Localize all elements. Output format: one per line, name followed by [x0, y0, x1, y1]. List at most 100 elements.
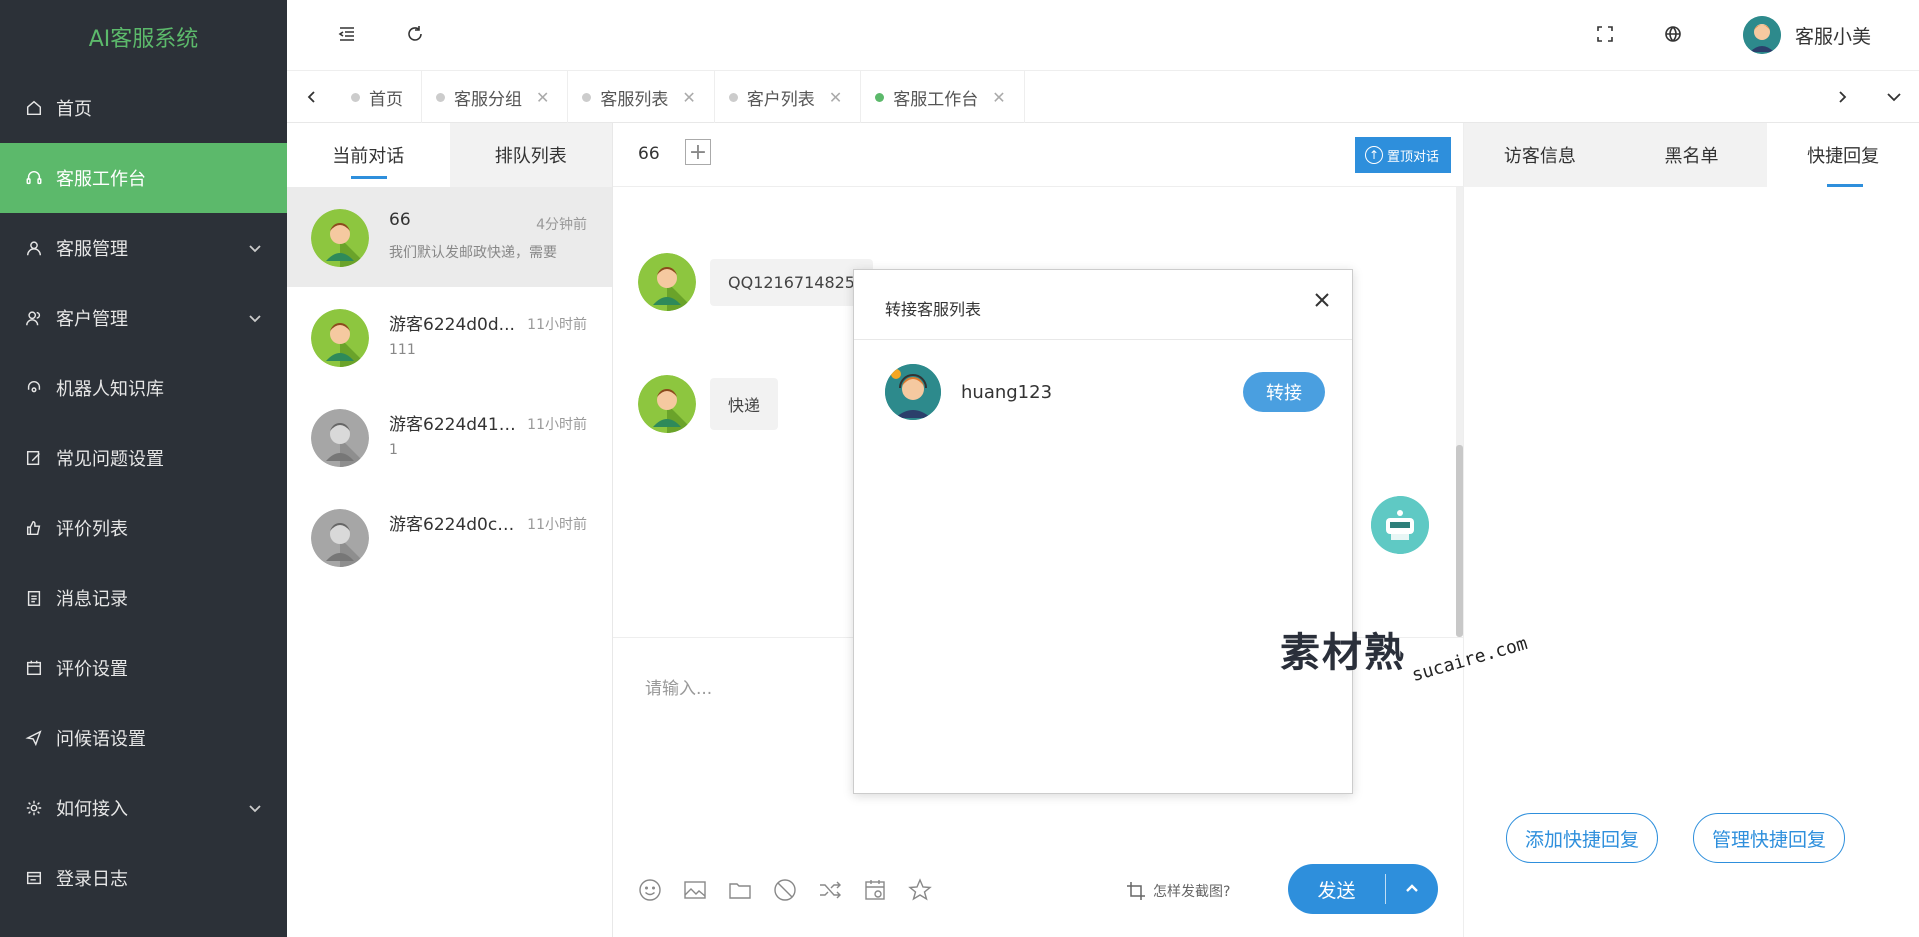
sidebar-item-label: 客服管理 [56, 239, 128, 260]
close-icon[interactable]: ✕ [992, 88, 1005, 107]
visitor-avatar [311, 509, 369, 567]
sidebar-item-robot-knowledge[interactable]: 机器人知识库 [0, 353, 287, 423]
tab-quick-replies[interactable]: 快捷回复 [1767, 123, 1919, 187]
tab-agent-list[interactable]: 客服列表 ✕ [568, 71, 715, 123]
tab-agent-groups[interactable]: 客服分组 ✕ [422, 71, 569, 123]
image-icon[interactable] [682, 875, 727, 905]
sidebar-item-faq-settings[interactable]: 常见问题设置 [0, 423, 287, 493]
tab-scroll-left-icon[interactable] [287, 71, 337, 123]
screenshot-help-link[interactable]: 怎样发截图? [1125, 880, 1230, 902]
robot-avatar [1371, 496, 1429, 554]
sidebar-item-login-log[interactable]: 登录日志 [0, 843, 287, 913]
sidebar-item-label: 首页 [56, 99, 92, 120]
tab-current-conversations[interactable]: 当前对话 [287, 123, 450, 187]
sidebar-item-greeting-settings[interactable]: 问候语设置 [0, 703, 287, 773]
visitor-avatar [311, 309, 369, 367]
sidebar-item-customer-management[interactable]: 客户管理 [0, 283, 287, 353]
transfer-agent-dialog: 转接客服列表 huang123 转接 [853, 269, 1353, 794]
sidebar-item-label: 客服工作台 [56, 169, 146, 190]
conversation-item[interactable]: 游客6224d0c1... 11小时前 [287, 487, 612, 587]
block-icon[interactable] [772, 875, 817, 905]
send-options-chevron-up-icon[interactable] [1386, 881, 1438, 897]
right-panel: 访客信息 黑名单 快捷回复 添加快捷回复 管理快捷回复 [1463, 123, 1919, 937]
globe-icon[interactable] [1661, 22, 1685, 46]
watermark: 素材熟 sucaire.com [1280, 620, 1530, 686]
close-icon[interactable]: ✕ [829, 88, 842, 107]
tab-label: 客服分组 [454, 89, 522, 110]
tab-customer-list[interactable]: 客户列表 ✕ [715, 71, 862, 123]
user-menu[interactable]: 客服小美 [1742, 14, 1871, 56]
user-avatar [1742, 16, 1781, 54]
tab-label: 首页 [369, 89, 403, 110]
conversation-name: 游客6224d41f... [389, 415, 519, 435]
manage-quick-reply-button[interactable]: 管理快捷回复 [1693, 813, 1845, 863]
tab-label: 客户列表 [746, 89, 815, 110]
screenshot-help-label: 怎样发截图? [1153, 884, 1231, 900]
menu-fold-icon[interactable] [335, 22, 359, 46]
tab-menu-chevron-down-icon[interactable] [1869, 71, 1919, 123]
conversation-name: 游客6224d0d... [389, 315, 515, 335]
schedule-icon[interactable] [862, 875, 907, 905]
transfer-icon[interactable] [817, 875, 862, 905]
chevron-down-icon [247, 310, 263, 326]
agent-name: huang123 [961, 381, 1053, 403]
folder-icon[interactable] [727, 875, 772, 905]
sidebar-item-label: 评价设置 [56, 659, 128, 680]
send-button[interactable]: 发送 [1288, 876, 1385, 903]
add-quick-reply-button[interactable]: 添加快捷回复 [1506, 813, 1658, 863]
agent-avatar [885, 364, 941, 420]
sidebar-item-label: 登录日志 [56, 869, 128, 890]
visitor-avatar [311, 409, 369, 467]
sidebar-item-label: 问候语设置 [56, 729, 146, 750]
conversation-name: 66 [389, 210, 411, 230]
sidebar-item-how-to-integrate[interactable]: 如何接入 [0, 773, 287, 843]
sidebar-item-rating-list[interactable]: 评价列表 [0, 493, 287, 563]
tab-scroll-right-icon[interactable] [1817, 71, 1867, 123]
refresh-icon[interactable] [403, 22, 427, 46]
user-icon [24, 238, 44, 258]
sidebar-item-label: 常见问题设置 [56, 449, 164, 470]
conversation-item[interactable]: 游客6224d0d... 11小时前 111 [287, 287, 612, 387]
chat-scrollbar-thumb[interactable] [1456, 445, 1463, 637]
conversation-name: 游客6224d0c1... [389, 515, 519, 535]
home-icon [24, 98, 44, 118]
user-name: 客服小美 [1794, 25, 1871, 48]
send-icon [24, 728, 44, 748]
sidebar-item-rating-settings[interactable]: 评价设置 [0, 633, 287, 703]
tab-queue-list[interactable]: 排队列表 [449, 123, 612, 187]
emoji-icon[interactable] [637, 875, 682, 905]
pin-conversation-button[interactable]: ↑ 置顶对话 [1354, 137, 1451, 173]
app-title: AI客服系统 [88, 26, 199, 52]
visitor-avatar [311, 209, 369, 267]
watermark-logo-text: 素材熟 [1280, 630, 1406, 676]
add-icon[interactable]: + [685, 139, 711, 165]
tab-visitor-info[interactable]: 访客信息 [1464, 123, 1616, 187]
tab-home[interactable]: 首页 [337, 71, 422, 123]
sidebar-item-message-records[interactable]: 消息记录 [0, 563, 287, 633]
close-icon[interactable]: ✕ [536, 88, 549, 107]
sidebar-item-home[interactable]: 首页 [0, 73, 287, 143]
close-icon[interactable]: ✕ [682, 88, 695, 107]
conversation-time: 4分钟前 [536, 217, 587, 233]
sidebar-item-label: 如何接入 [56, 799, 128, 820]
fullscreen-icon[interactable] [1593, 22, 1617, 46]
conversation-item[interactable]: 66 4分钟前 我们默认发邮政快递，需要 [287, 187, 612, 287]
tab-blacklist[interactable]: 黑名单 [1616, 123, 1768, 187]
conversation-panel: 当前对话 排队列表 66 4分钟前 我们默认发邮政快递，需要 游客6224d0d… [287, 123, 613, 937]
close-icon[interactable] [1312, 290, 1334, 312]
thumb-icon [24, 518, 44, 538]
transfer-button[interactable]: 转接 [1243, 372, 1325, 412]
tab-status-dot [582, 93, 592, 102]
conversation-time: 11小时前 [527, 317, 587, 333]
log-icon [24, 868, 44, 888]
conversation-item[interactable]: 游客6224d41f... 11小时前 1 [287, 387, 612, 487]
star-icon[interactable] [907, 875, 952, 905]
sidebar-item-agent-management[interactable]: 客服管理 [0, 213, 287, 283]
sidebar-item-workbench[interactable]: 客服工作台 [0, 143, 287, 213]
tab-workbench[interactable]: 客服工作台 ✕ [861, 71, 1025, 123]
page-tabs: 首页 客服分组 ✕ 客服列表 ✕ 客户列表 ✕ 客服工作台 ✕ [337, 71, 1025, 123]
sidebar-item-label: 机器人知识库 [56, 379, 164, 400]
conversation-last-message: 我们默认发邮政快递，需要 [389, 245, 557, 261]
sidebar: AI客服系统 首页 客服工作台 客服管理 客户管理 机器人知识库 常见问题设置 … [0, 0, 287, 937]
pin-conversation-label: 置顶对话 [1386, 149, 1439, 165]
